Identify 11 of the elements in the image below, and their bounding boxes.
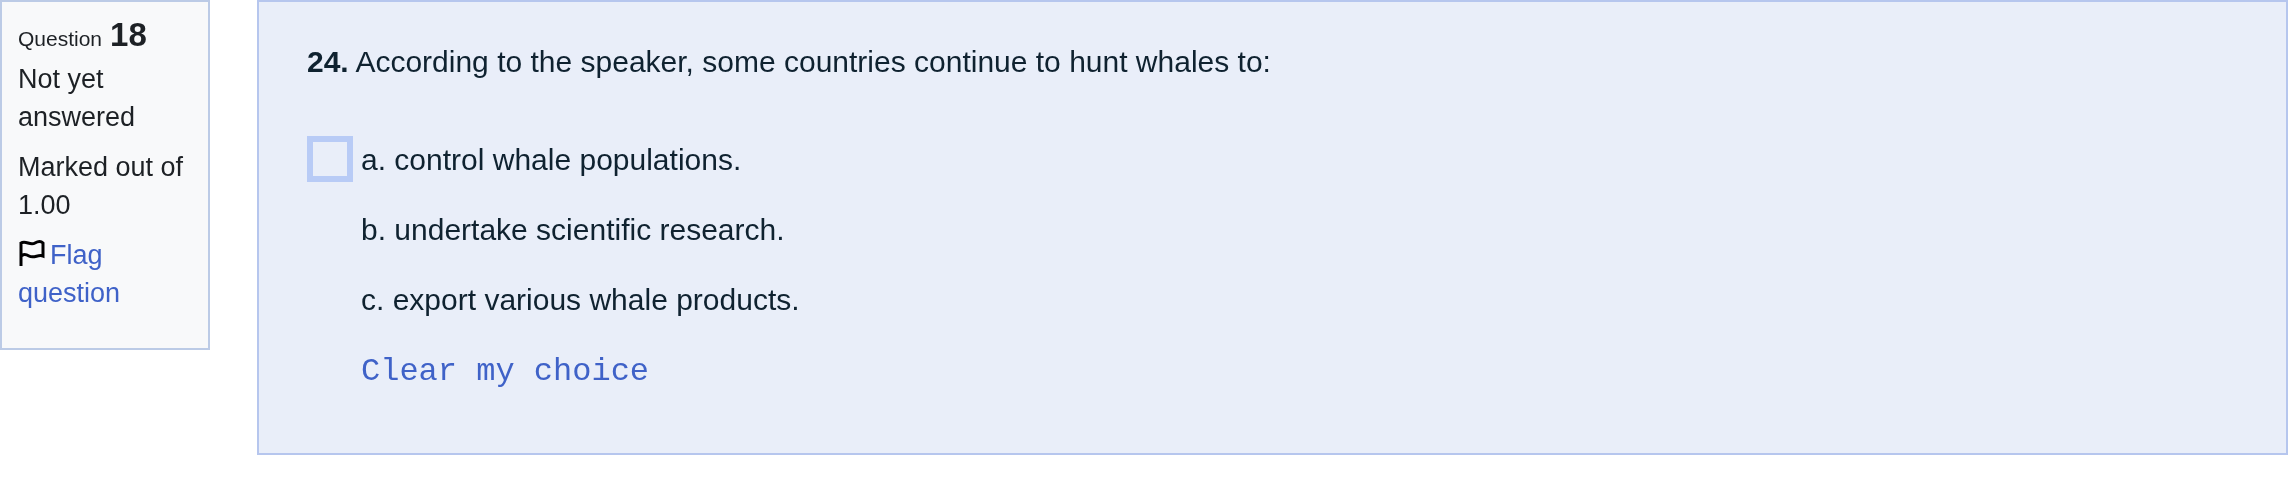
answer-option[interactable]: b. undertake scientific research. — [361, 206, 785, 252]
answer-option[interactable]: c. export various whale products. — [361, 276, 800, 322]
flag-icon — [18, 238, 46, 268]
clear-choice-link[interactable]: Clear my choice — [361, 348, 2286, 396]
answer-option[interactable]: a. control whale populations. — [361, 136, 742, 182]
question-number: 18 — [110, 16, 147, 54]
marks-text: Marked out of 1.00 — [18, 151, 185, 222]
question-text: 24. According to the speaker, some countries continue to hunt whales to: — [307, 44, 1272, 80]
question-label: Question — [18, 26, 103, 52]
flag-question-link[interactable]: Flag question — [18, 236, 192, 312]
answer-status: Not yet answered — [18, 63, 137, 134]
